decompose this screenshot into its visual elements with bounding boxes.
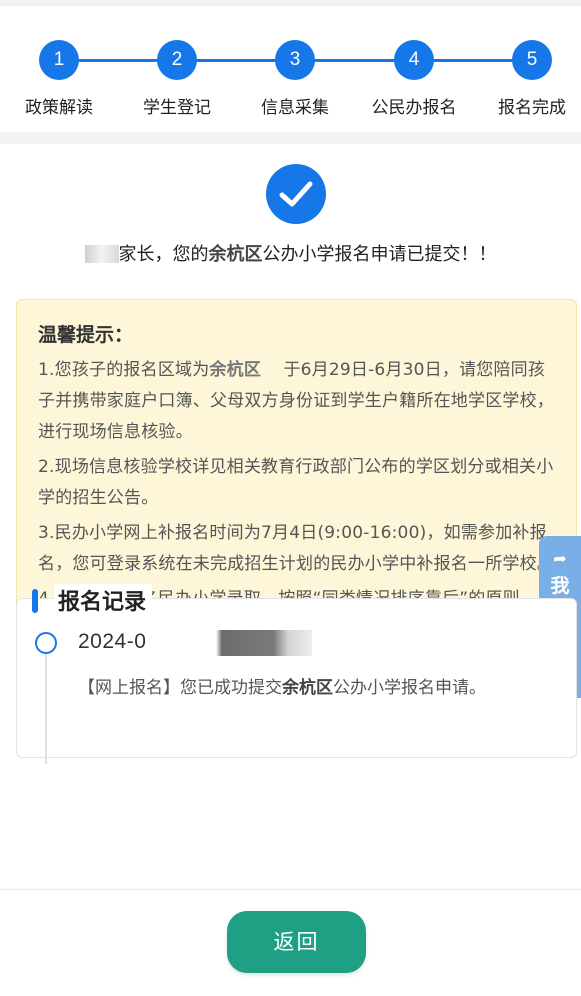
success-district: 余杭区 — [208, 244, 263, 265]
step-label: 公民办报名 — [371, 98, 457, 118]
tips-item-1: 1.您孩子的报名区域为余杭区 于6月29日-6月30日，请您陪同孩子并携带家庭户… — [38, 355, 556, 448]
redacted-date — [216, 630, 312, 656]
share-arrow-icon: ➦ — [553, 549, 567, 568]
step-number: 5 — [512, 40, 552, 80]
side-tab-char: 我 — [550, 575, 570, 597]
success-suffix: 公办小学报名申请已提交！！ — [262, 244, 497, 265]
step-3: 3 信息采集 — [235, 40, 355, 118]
tips-item-1-district: 余杭区 — [209, 360, 262, 380]
redacted-name — [84, 245, 119, 263]
record-text: 【网上报名】您已成功提交余杭区公办小学报名申请。 — [78, 672, 558, 705]
records-title-accent — [32, 589, 38, 613]
success-message: 家长，您的余杭区公办小学报名申请已提交！！ — [0, 240, 581, 266]
records-title: 报名记录 — [54, 584, 153, 616]
back-button[interactable]: 返回 — [227, 911, 366, 973]
steps-progress: 1 政策解读 2 学生登记 3 信息采集 4 公民办报名 5 报名完成 — [0, 0, 581, 132]
step-4: 4 公民办报名 — [354, 40, 474, 118]
step-number: 4 — [394, 40, 434, 80]
tips-item-1-a: 1.您孩子的报名区域为 — [38, 360, 210, 380]
record-district: 余杭区 — [282, 678, 333, 698]
success-check-icon — [266, 164, 326, 224]
step-label: 报名完成 — [498, 98, 566, 118]
tips-item-3: 3.民办小学网上补报名时间为7月4日(9:00-16:00)，如需参加补报名，您… — [38, 523, 554, 574]
tips-item-2: 2.现场信息核验学校详见相关教育行政部门公布的学区划分或相关小学的招生公告。 — [38, 457, 554, 508]
step-1: 1 政策解读 — [0, 40, 119, 118]
success-prefix: 家长，您的 — [118, 244, 209, 265]
step-number: 2 — [157, 40, 197, 80]
step-label: 学生登记 — [143, 98, 211, 118]
result-panel: 家长，您的余杭区公办小学报名申请已提交！！ 温馨提示： 1.您孩子的报名区域为余… — [0, 144, 581, 889]
record-text-suffix: 公办小学报名申请。 — [333, 678, 486, 698]
timeline-dot-icon — [35, 632, 57, 654]
record-date: 2024-0 — [78, 630, 147, 653]
record-text-prefix: 【网上报名】您已成功提交 — [78, 678, 282, 698]
step-label: 信息采集 — [261, 98, 329, 118]
step-label: 政策解读 — [25, 98, 93, 118]
step-number: 1 — [39, 40, 79, 80]
timeline-line — [45, 654, 47, 764]
step-2: 2 学生登记 — [117, 40, 237, 118]
tips-title: 温馨提示： — [38, 324, 134, 346]
step-5: 5 报名完成 — [472, 40, 581, 118]
step-number: 3 — [275, 40, 315, 80]
footer-bar: 返回 — [0, 889, 581, 996]
